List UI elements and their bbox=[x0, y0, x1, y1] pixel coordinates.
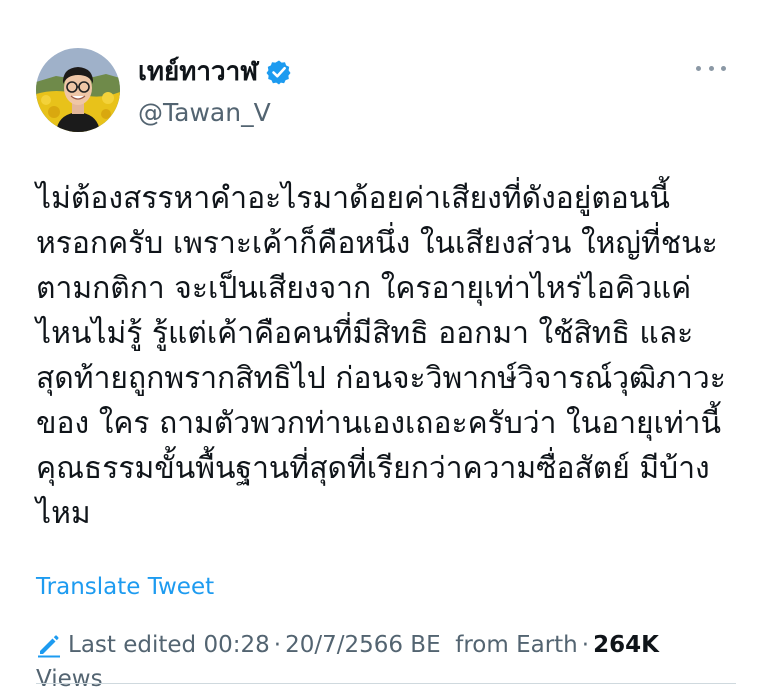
tweet-text-line: สุดท้ายถูกพรากสิทธิไป ก่อนจะวิพากษ์วิจาร… bbox=[36, 361, 726, 396]
pencil-icon[interactable] bbox=[36, 632, 62, 658]
separator: · bbox=[273, 632, 282, 658]
verified-badge-icon bbox=[266, 59, 292, 85]
tweet-text-line: หรอกครับ เพราะเค้าก็คือหนึ่ง ในเสียงส่วน… bbox=[36, 226, 718, 261]
tweet-header: เทย์ทาวาฬ @Tawan_V bbox=[36, 44, 736, 136]
tweet-text-line: ตามกติกา จะเป็นเสียงจาก ใครอายุเท่าไหร่ไ… bbox=[36, 271, 692, 306]
divider bbox=[36, 683, 736, 684]
translate-tweet-link[interactable]: Translate Tweet bbox=[36, 570, 214, 604]
display-name[interactable]: เทย์ทาวาฬ bbox=[138, 54, 258, 90]
more-options-icon[interactable] bbox=[696, 58, 726, 78]
tweet-meta: Last edited 00:28 · 20/7/2566 BE from Ea… bbox=[36, 628, 736, 696]
edit-history-line: Last edited 00:28 · 20/7/2566 BE from Ea… bbox=[36, 628, 736, 662]
source-location: from Earth bbox=[455, 632, 578, 658]
tweet-text-line: ไหม bbox=[36, 496, 91, 531]
tweet-text-line: ของ ใคร ถามตัวพวกท่านเองเถอะครับว่า ในอา… bbox=[36, 406, 722, 441]
separator: · bbox=[581, 632, 590, 658]
edited-label[interactable]: Last edited bbox=[68, 628, 196, 662]
tweet-text-line: ไม่ต้องสรรหาคำอะไรมาด้อยค่าเสียงที่ดังอย… bbox=[36, 181, 670, 216]
edited-time[interactable]: 00:28 bbox=[203, 628, 269, 662]
display-name-row: เทย์ทาวาฬ bbox=[138, 54, 292, 90]
user-avatar-photo bbox=[36, 48, 120, 132]
user-handle[interactable]: @Tawan_V bbox=[138, 96, 271, 130]
tweet-text-line: ไหนไม่รู้ รู้แต่เค้าคือคนที่มีสิทธิ ออกม… bbox=[36, 316, 694, 351]
views-count: 264K bbox=[593, 632, 659, 658]
tweet-text-line: คุณธรรมขั้นพื้นฐานที่สุดที่เรียกว่าความซ… bbox=[36, 451, 710, 486]
edited-date[interactable]: 20/7/2566 BE bbox=[285, 628, 441, 662]
avatar[interactable] bbox=[36, 48, 120, 132]
tweet-text: ไม่ต้องสรรหาคำอะไรมาด้อยค่าเสียงที่ดังอย… bbox=[36, 176, 746, 536]
views-label: Views bbox=[36, 666, 103, 692]
